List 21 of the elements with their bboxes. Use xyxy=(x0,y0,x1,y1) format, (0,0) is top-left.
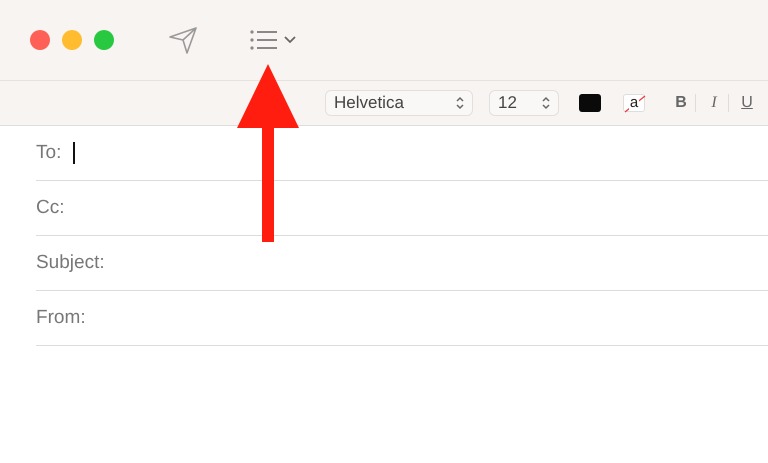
header-field[interactable]: From: xyxy=(36,291,768,346)
close-button[interactable] xyxy=(30,30,50,50)
list-icon[interactable] xyxy=(250,29,278,51)
chevron-down-icon[interactable] xyxy=(284,36,296,44)
italic-button[interactable]: I xyxy=(700,94,728,112)
field-label: From: xyxy=(36,307,86,329)
stepper-icon xyxy=(456,96,464,110)
underline-button[interactable]: U xyxy=(733,94,761,112)
text-color-swatch[interactable] xyxy=(579,94,601,112)
field-label: To: xyxy=(36,142,62,164)
highlight-color-button[interactable]: a xyxy=(623,94,645,112)
minimize-button[interactable] xyxy=(62,30,82,50)
send-icon[interactable] xyxy=(168,26,198,54)
font-dropdown[interactable]: Helvetica xyxy=(325,90,473,116)
stepper-icon xyxy=(542,96,550,110)
bold-button[interactable]: B xyxy=(667,94,695,112)
header-field[interactable]: Subject: xyxy=(36,236,768,291)
field-label: Cc: xyxy=(36,197,64,219)
field-label: Subject: xyxy=(36,252,105,274)
zoom-button[interactable] xyxy=(94,30,114,50)
font-size-dropdown[interactable]: 12 xyxy=(489,90,559,116)
